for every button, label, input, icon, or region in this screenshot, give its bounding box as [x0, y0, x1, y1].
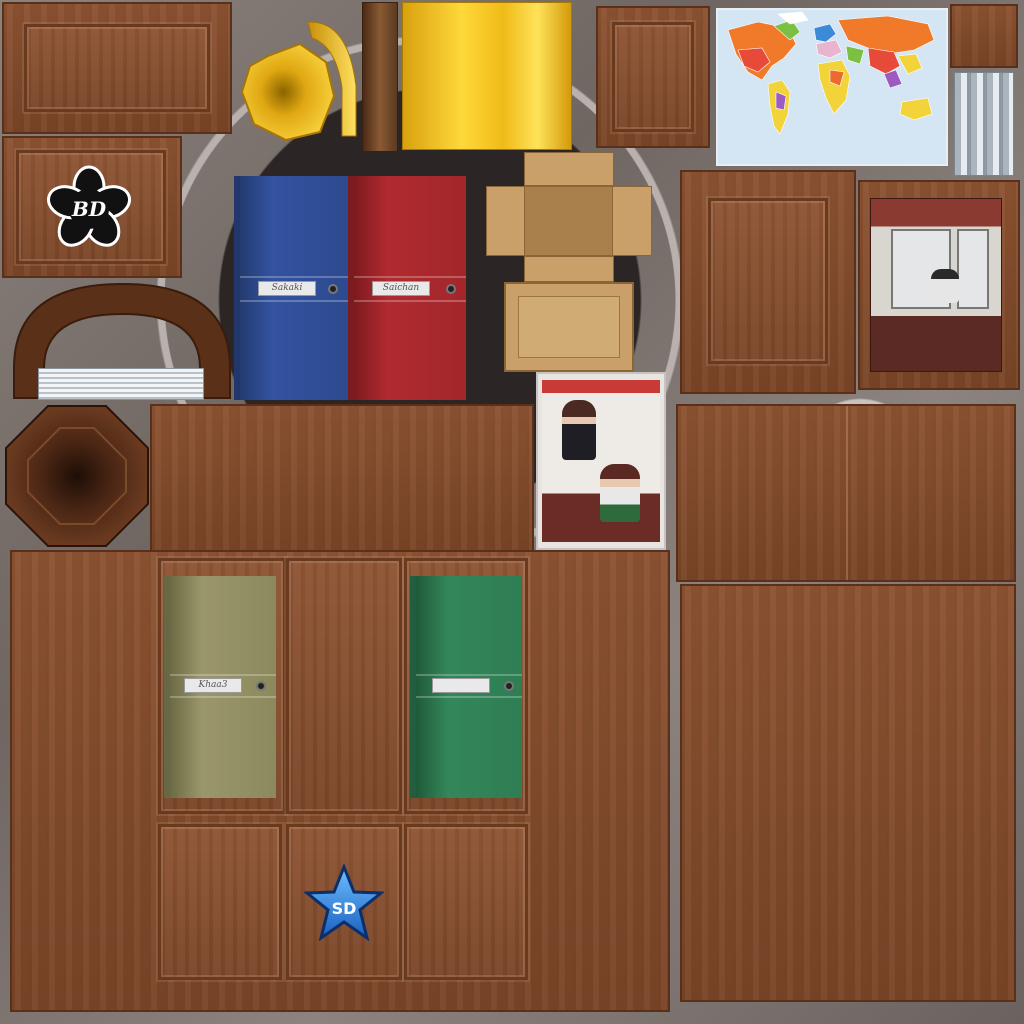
binder-blue: Sakaki [234, 176, 348, 400]
cabinet-drawer [404, 824, 528, 980]
gramophone-horn-gold [238, 16, 362, 152]
binder-ring-hole [446, 284, 456, 294]
binder-ring-hole [256, 681, 266, 691]
sakura-flower-icon: BD [46, 165, 132, 247]
binder-ring-hole [504, 681, 514, 691]
wood-box-small [596, 6, 710, 148]
wood-panel-right-top [676, 404, 1016, 582]
logo-text-bd: BD [71, 197, 107, 221]
gold-panel [402, 2, 572, 150]
photo-people-scene [542, 380, 660, 542]
binder-green [410, 576, 522, 798]
horn-icon [240, 21, 357, 142]
cardboard-side [524, 256, 614, 282]
star-emblem: SD [302, 862, 386, 944]
world-map [716, 8, 948, 166]
picture-frame-photo [536, 372, 666, 550]
photo-person-right [600, 464, 640, 522]
silver-bar [38, 368, 204, 400]
wood-panel-inset [24, 24, 210, 112]
binder-label: Sakaki [258, 281, 316, 296]
cardboard-flap-left [486, 186, 526, 256]
binder-label: Khaa3 [184, 678, 242, 693]
wood-panel-right-bottom [680, 584, 1016, 1002]
cardboard-flap-top [524, 152, 614, 186]
cardboard-bottom [504, 282, 634, 372]
wood-panel-top-center [150, 404, 534, 554]
wood-panel-inset [612, 22, 694, 132]
picture-frame-window [858, 180, 1020, 390]
octagon-horn-icon [5, 405, 149, 547]
cardboard-box-net [486, 152, 652, 372]
binder-label: Saichan [372, 281, 430, 296]
cabinet-front: Khaa3 SD [10, 550, 670, 1012]
sakura-logo: BD [44, 164, 134, 254]
photo-person-left [562, 400, 596, 460]
cabinet-door-panel [680, 170, 856, 394]
binder-red: Saichan [348, 176, 466, 400]
wood-panel-logo: BD [2, 136, 182, 278]
binder-ring-hole [328, 284, 338, 294]
binder-olive: Khaa3 [164, 576, 276, 798]
wood-strip-vertical [362, 2, 398, 152]
star-text-sd: SD [332, 899, 357, 918]
photo-person [931, 269, 959, 303]
photo-window-scene [870, 198, 1002, 372]
cabinet-drawer [158, 824, 282, 980]
cardboard-center [524, 186, 614, 256]
wood-horn-mouth [4, 404, 150, 548]
wood-panel-top-left [2, 2, 232, 134]
wood-block-small [950, 4, 1018, 68]
wood-panel-inset [708, 198, 828, 364]
binder-label [432, 678, 490, 693]
cabinet-compartment [286, 558, 402, 814]
world-map-icon [718, 10, 946, 164]
cardboard-flap-right [612, 186, 652, 256]
wood-arch [10, 280, 234, 400]
silver-rolls [954, 72, 1014, 176]
star-icon: SD [302, 862, 386, 942]
